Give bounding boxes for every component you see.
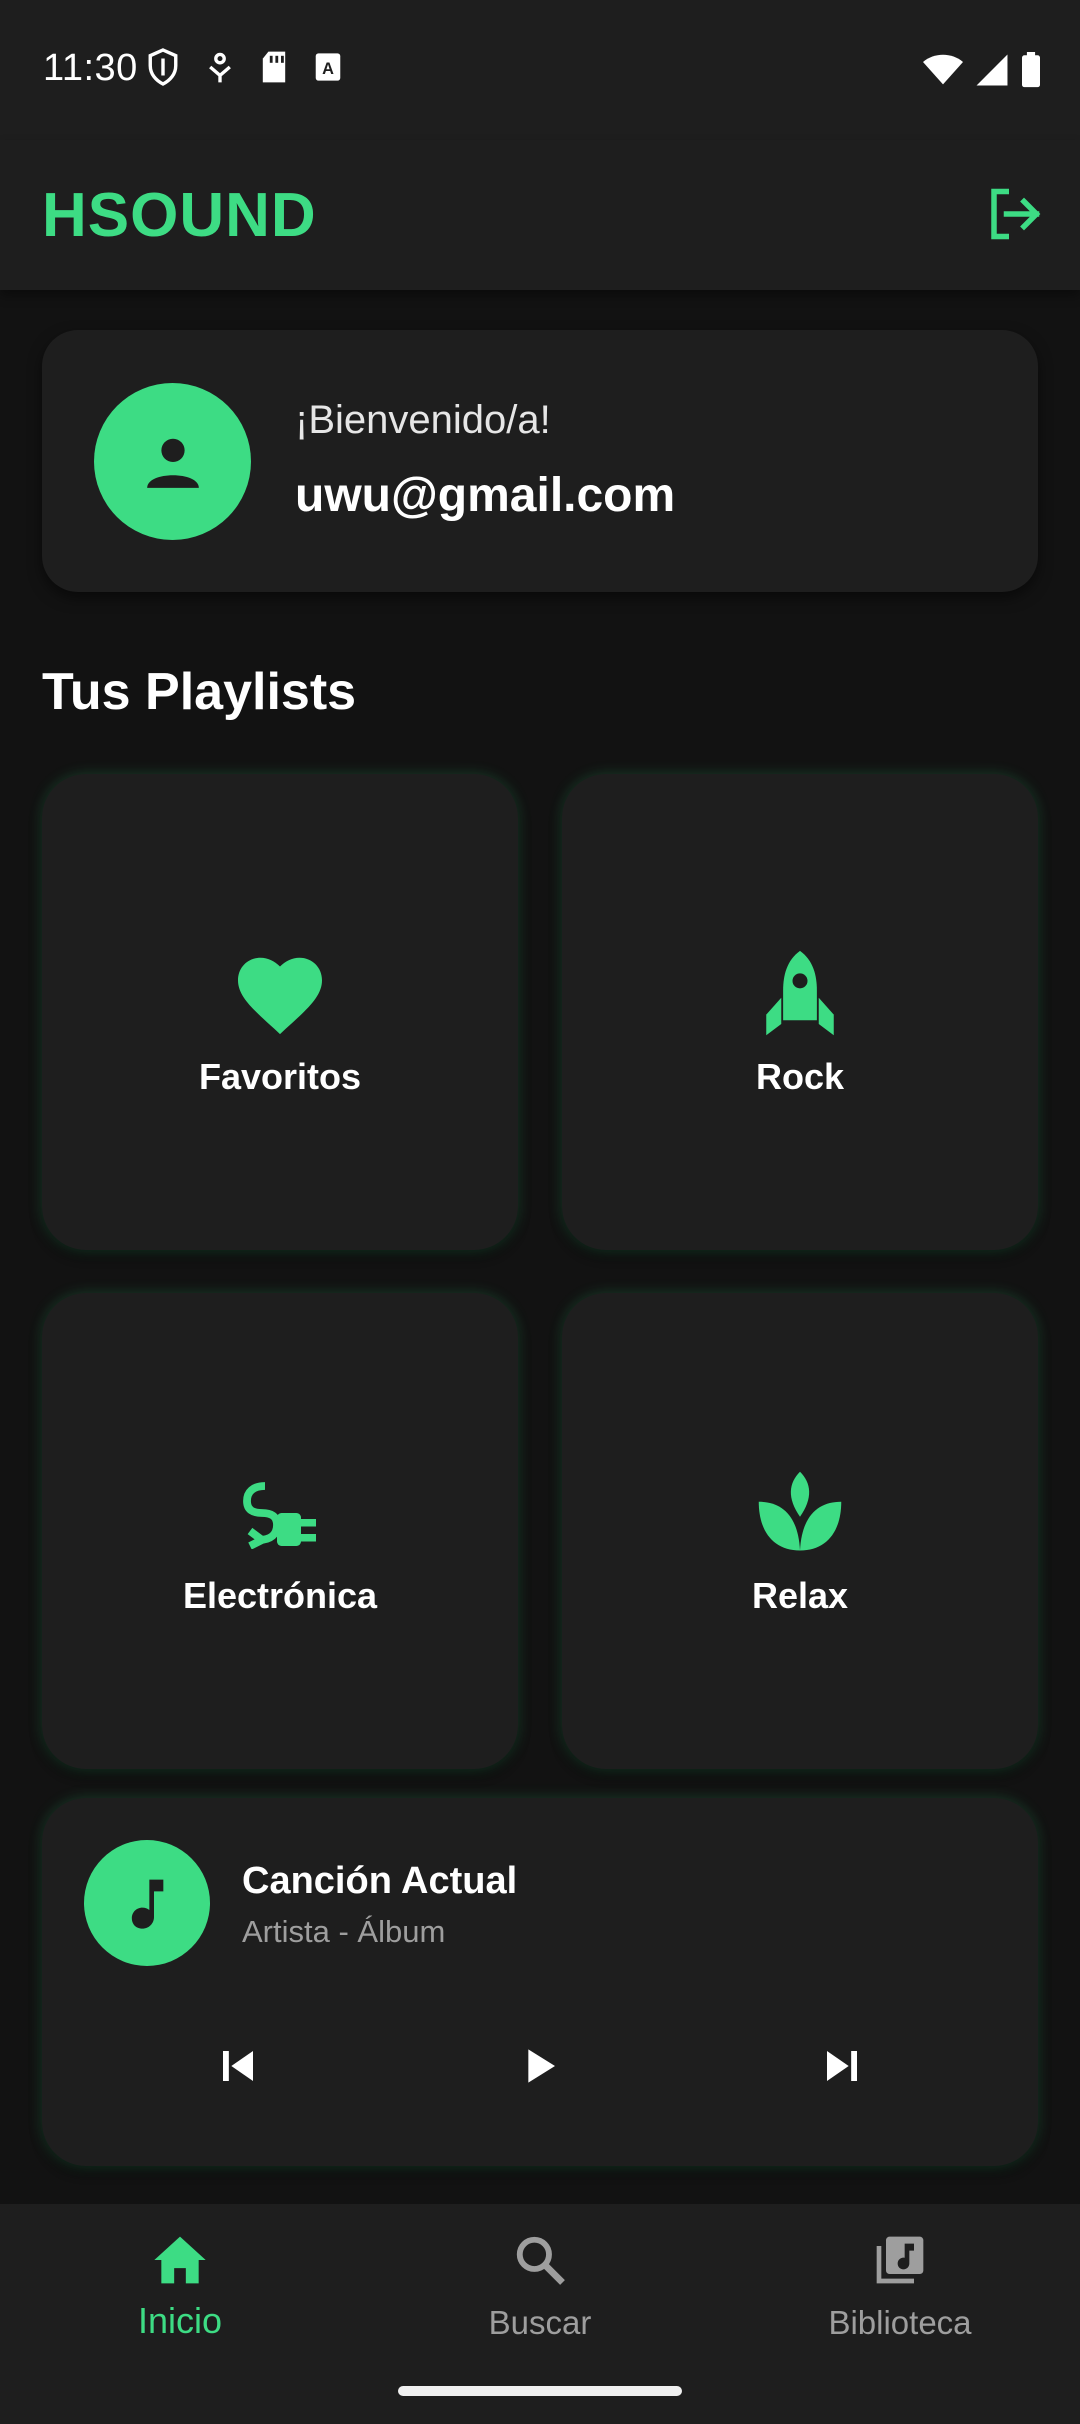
app-bar: HSOUND [0,140,1080,290]
signal-icon [976,54,1008,86]
skip-previous-button[interactable] [206,2034,270,2098]
logout-icon [991,188,1041,240]
nav-item-buscar[interactable]: Buscar [390,2230,690,2342]
person-icon [146,438,199,488]
user-email: uwu@gmail.com [295,469,676,522]
welcome-greeting: ¡Bienvenido/a! [295,398,551,442]
play-icon [528,2049,555,2083]
home-indicator[interactable] [398,2386,682,2396]
sd-card-icon [262,51,286,83]
playlist-card-electronica[interactable]: Electrónica [42,1293,518,1769]
welcome-card: ¡Bienvenido/a! uwu@gmail.com [42,330,1038,592]
library-music-icon [870,2230,930,2290]
svg-text:A: A [322,60,334,78]
nav-item-inicio[interactable]: Inicio [30,2230,330,2342]
spa-icon [750,1463,850,1563]
play-button[interactable] [508,2034,572,2098]
now-playing-card: Canción Actual Artista - Álbum [42,1798,1038,2166]
playlist-label: Electrónica [182,1575,378,1616]
status-bar: 11:30 A [0,0,1080,140]
shield-icon [148,48,178,86]
app-title: HSOUND [42,181,317,250]
home-icon [150,2230,210,2290]
avatar [94,383,251,540]
text-icon: A [315,53,341,81]
nav-label: Biblioteca [828,2304,972,2341]
playlist-card-rock[interactable]: Rock [562,774,1038,1250]
logout-button[interactable] [984,184,1044,244]
status-icons-right [922,52,1042,88]
track-title: Canción Actual [242,1860,518,1902]
skip-next-icon [827,2051,857,2081]
music-note-icon [131,1879,164,1929]
skip-next-button[interactable] [810,2034,874,2098]
nav-label: Inicio [137,2300,223,2341]
playlist-card-relax[interactable]: Relax [562,1293,1038,1769]
playlist-card-favoritos[interactable]: Favoritos [42,774,518,1250]
battery-icon [1022,52,1040,88]
rocket-icon [750,944,850,1044]
status-time: 11:30 [43,47,138,89]
track-subtitle: Artista - Álbum [242,1914,446,1949]
playlist-label: Favoritos [198,1056,362,1097]
plug-icon [230,1463,330,1563]
heart-icon [230,944,330,1044]
status-icons-left: A [146,48,342,86]
album-art [84,1840,210,1966]
wifi-icon [923,54,963,85]
skip-previous-icon [223,2051,253,2081]
playlists-section-title: Tus Playlists [42,663,357,721]
search-icon [510,2230,570,2290]
playlist-label: Relax [751,1575,849,1616]
nav-label: Buscar [488,2304,592,2341]
usb-icon [209,52,231,83]
playlist-label: Rock [755,1056,845,1097]
nav-item-biblioteca[interactable]: Biblioteca [750,2230,1050,2342]
